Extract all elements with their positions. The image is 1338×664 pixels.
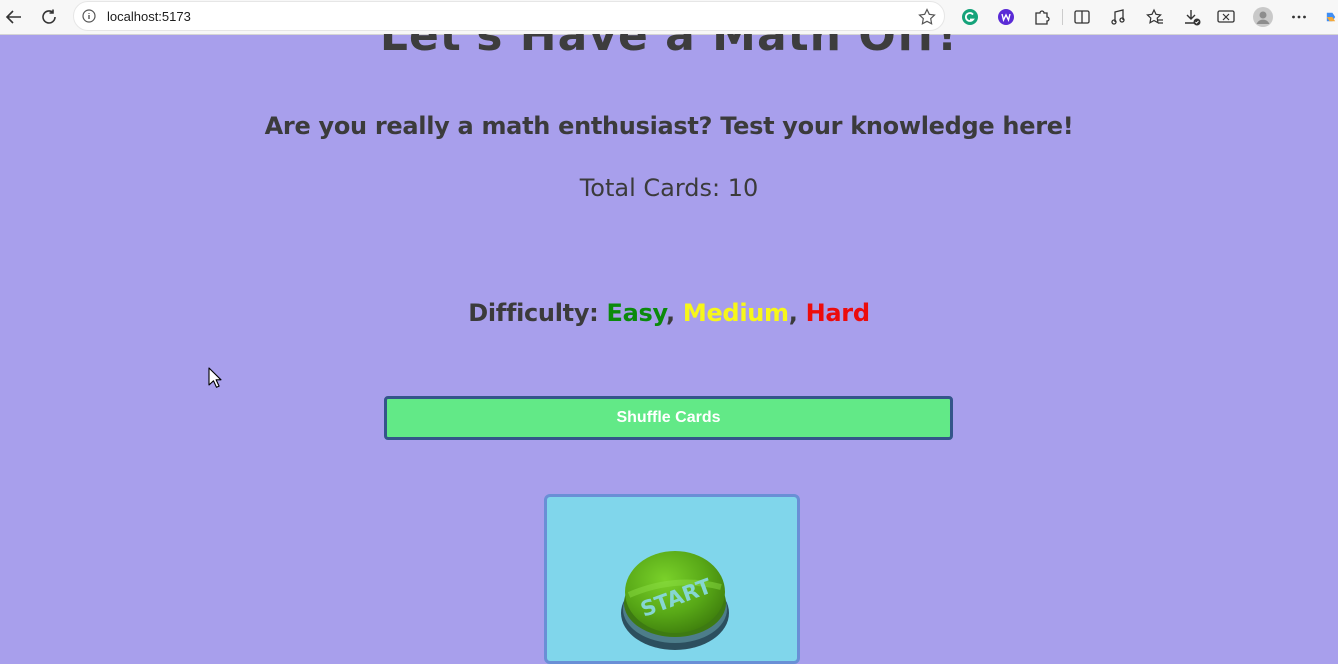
browser-toolbar: localhost:5173 bbox=[0, 0, 1338, 35]
extensions-puzzle-icon[interactable] bbox=[1031, 6, 1053, 28]
split-screen-icon[interactable] bbox=[1071, 6, 1093, 28]
grammarly-icon[interactable] bbox=[959, 6, 981, 28]
address-bar[interactable]: localhost:5173 bbox=[73, 1, 945, 31]
url-text: localhost:5173 bbox=[107, 9, 191, 24]
copilot-icon[interactable] bbox=[1324, 6, 1338, 28]
downloads-icon[interactable] bbox=[1181, 6, 1203, 28]
mouse-cursor-icon bbox=[208, 367, 222, 389]
page-subtitle: Are you really a math enthusiast? Test y… bbox=[264, 112, 1074, 140]
read-aloud-icon[interactable] bbox=[1108, 6, 1130, 28]
refresh-icon[interactable] bbox=[36, 5, 62, 29]
difficulty-separator: , bbox=[788, 299, 806, 327]
extension-w-icon[interactable] bbox=[995, 6, 1017, 28]
toolbar-divider bbox=[1062, 9, 1063, 25]
start-button[interactable]: START bbox=[619, 547, 731, 652]
shuffle-cards-button[interactable]: Shuffle Cards bbox=[384, 396, 953, 440]
difficulty-hard: Hard bbox=[805, 299, 870, 327]
favorite-star-icon[interactable] bbox=[918, 8, 936, 26]
difficulty-easy: Easy bbox=[606, 299, 667, 327]
difficulty-separator: , bbox=[666, 299, 683, 327]
difficulty-medium: Medium bbox=[682, 299, 789, 327]
screenshot-icon[interactable] bbox=[1215, 6, 1237, 28]
favorites-icon[interactable] bbox=[1144, 6, 1166, 28]
profile-avatar[interactable] bbox=[1252, 6, 1274, 28]
difficulty-label: Difficulty: bbox=[468, 299, 607, 327]
site-info-icon[interactable] bbox=[82, 9, 96, 23]
more-menu-icon[interactable] bbox=[1288, 6, 1310, 28]
flashcard[interactable]: START bbox=[544, 494, 800, 664]
back-icon[interactable] bbox=[1, 5, 27, 29]
difficulty-legend: Difficulty: Easy, Medium, Hard bbox=[0, 299, 1338, 327]
total-cards-count: Total Cards: 10 bbox=[579, 174, 759, 202]
